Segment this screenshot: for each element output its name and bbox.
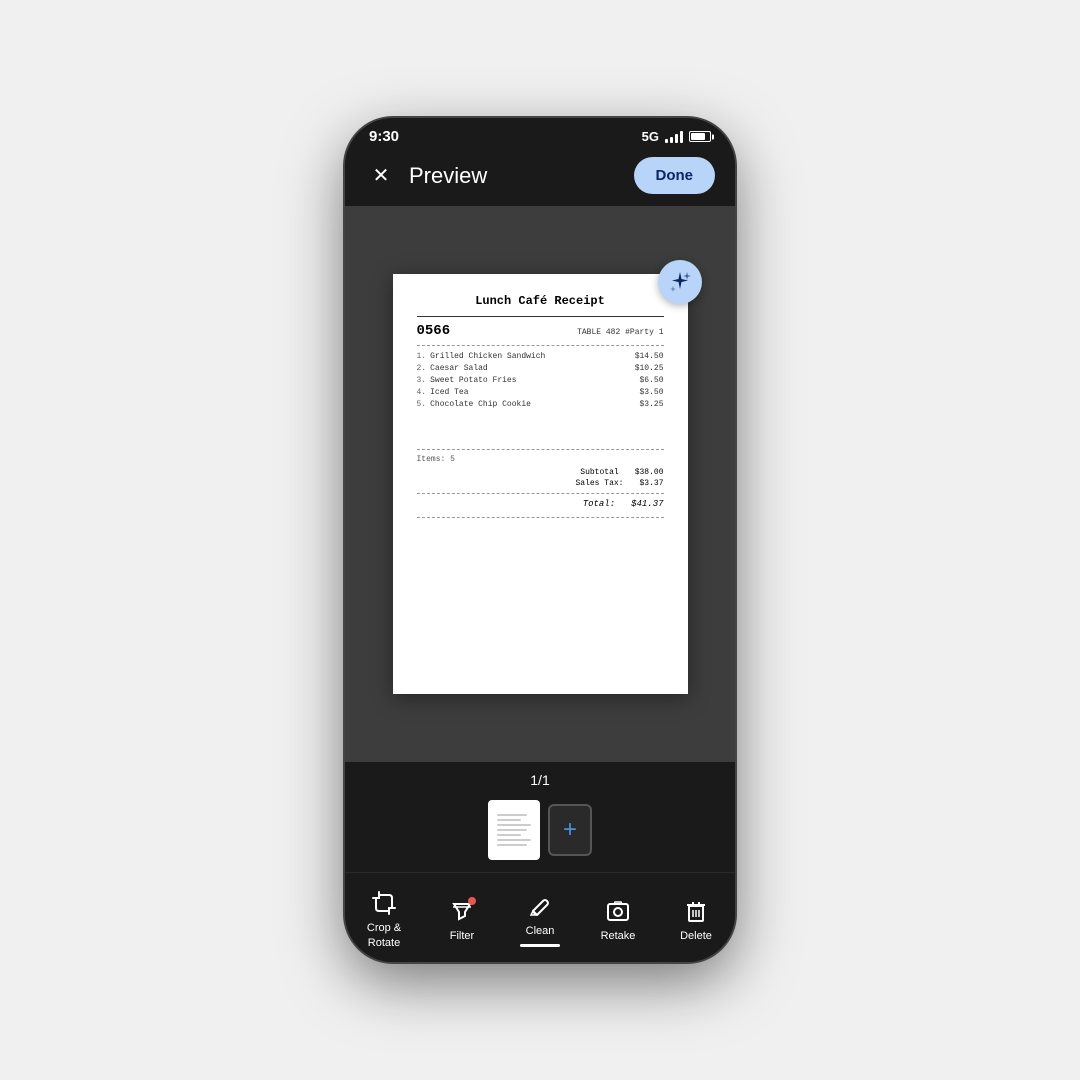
document-container: Lunch Café Receipt 0566 TABLE 482 #Party… <box>393 274 688 694</box>
sparkle-icon <box>668 270 692 294</box>
filter-label: Filter <box>450 929 474 943</box>
receipt-items-count: Items: 5 <box>417 455 664 464</box>
add-page-button[interactable]: + <box>548 804 592 856</box>
camera-notch <box>526 126 554 154</box>
receipt-item: 4. Iced Tea $3.50 <box>417 388 664 397</box>
receipt-item: 1. Grilled Chicken Sandwich $14.50 <box>417 352 664 361</box>
tax-row: Sales Tax: $3.37 <box>417 479 664 488</box>
bottom-toolbar: Crop &Rotate Filter Clean <box>345 872 735 962</box>
delete-icon <box>682 897 710 925</box>
header-left: ✕ Preview <box>365 160 487 192</box>
crop-rotate-tool[interactable]: Crop &Rotate <box>352 885 416 954</box>
phone-frame: 9:30 5G ✕ Preview Done Lunch Café Receip… <box>345 118 735 962</box>
signal-icon <box>665 131 683 143</box>
total-value: $41.37 <box>631 499 663 509</box>
app-header: ✕ Preview Done <box>345 149 735 206</box>
receipt-number-row: 0566 TABLE 482 #Party 1 <box>417 323 664 339</box>
delete-tool[interactable]: Delete <box>664 893 728 947</box>
close-button[interactable]: ✕ <box>365 160 397 192</box>
filter-badge <box>468 897 476 905</box>
thumbnail-preview <box>491 808 537 852</box>
receipt-totals: Subtotal $38.00 Sales Tax: $3.37 Total: … <box>417 468 664 509</box>
clean-label: Clean <box>526 924 555 938</box>
subtotal-row: Subtotal $38.00 <box>417 468 664 477</box>
delete-label: Delete <box>680 929 712 943</box>
retake-icon <box>604 897 632 925</box>
battery-icon <box>689 131 711 142</box>
page-counter-text: 1/1 <box>530 772 549 788</box>
tax-value: $3.37 <box>639 479 663 488</box>
done-button[interactable]: Done <box>634 157 716 194</box>
receipt-summary: Items: 5 Subtotal $38.00 Sales Tax: $3.3… <box>417 449 664 518</box>
clean-tool[interactable]: Clean <box>508 888 572 951</box>
retake-label: Retake <box>601 929 636 943</box>
subtotal-value: $38.00 <box>635 468 664 477</box>
document-paper: Lunch Café Receipt 0566 TABLE 482 #Party… <box>393 274 688 694</box>
receipt-title: Lunch Café Receipt <box>417 294 664 308</box>
thumbnail-item[interactable] <box>488 800 540 860</box>
thumbnail-strip: + <box>345 794 735 872</box>
receipt-item: 5. Chocolate Chip Cookie $3.25 <box>417 400 664 409</box>
subtotal-label: Subtotal <box>580 468 618 477</box>
tax-label: Sales Tax: <box>575 479 623 488</box>
receipt-item: 3. Sweet Potato Fries $6.50 <box>417 376 664 385</box>
active-indicator <box>520 944 560 947</box>
filter-icon <box>448 897 476 925</box>
total-row: Total: $41.37 <box>417 499 664 509</box>
filter-tool[interactable]: Filter <box>430 893 494 947</box>
receipt-items: 1. Grilled Chicken Sandwich $14.50 2. Ca… <box>417 352 664 409</box>
status-time: 9:30 <box>369 128 399 145</box>
receipt-order-number: 0566 <box>417 323 451 339</box>
preview-area: Lunch Café Receipt 0566 TABLE 482 #Party… <box>345 206 735 762</box>
crop-rotate-icon <box>370 889 398 917</box>
receipt-table-info: TABLE 482 #Party 1 <box>577 328 663 337</box>
crop-rotate-label: Crop &Rotate <box>367 921 401 950</box>
page-counter: 1/1 <box>345 762 735 794</box>
sparkle-button[interactable] <box>658 260 702 304</box>
retake-tool[interactable]: Retake <box>586 893 650 947</box>
status-icons: 5G <box>642 129 711 144</box>
header-title: Preview <box>409 163 487 189</box>
network-label: 5G <box>642 129 659 144</box>
clean-icon <box>526 892 554 920</box>
total-label: Total: <box>583 499 615 509</box>
receipt-item: 2. Caesar Salad $10.25 <box>417 364 664 373</box>
